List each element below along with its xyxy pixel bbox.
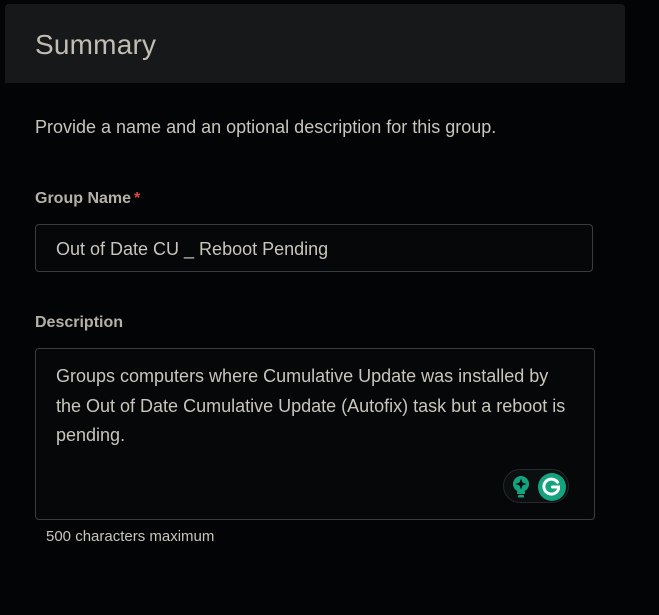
description-label: Description	[35, 314, 124, 331]
intro-text: Provide a name and an optional descripti…	[35, 117, 497, 137]
description-textarea[interactable]: Groups computers where Cumulative Update…	[35, 348, 595, 520]
summary-page: Summary Provide a name and an optional d…	[0, 0, 659, 615]
required-indicator: *	[134, 190, 141, 207]
group-name-value: Out of Date CU _ Reboot Pending	[56, 239, 329, 259]
grammarly-g-icon[interactable]	[538, 473, 566, 501]
character-limit-hint: 500 characters maximum	[46, 528, 215, 545]
lightbulb-sparkle-icon[interactable]	[510, 475, 532, 499]
group-name-input[interactable]: Out of Date CU _ Reboot Pending	[35, 224, 593, 272]
group-name-label: Group Name *	[35, 189, 140, 209]
description-value: Groups computers where Cumulative Update…	[56, 366, 566, 445]
page-title: Summary	[35, 29, 157, 60]
summary-header: Summary	[5, 4, 625, 83]
writing-assistant-widget[interactable]	[503, 469, 569, 503]
group-name-label-text: Group Name	[35, 190, 132, 207]
